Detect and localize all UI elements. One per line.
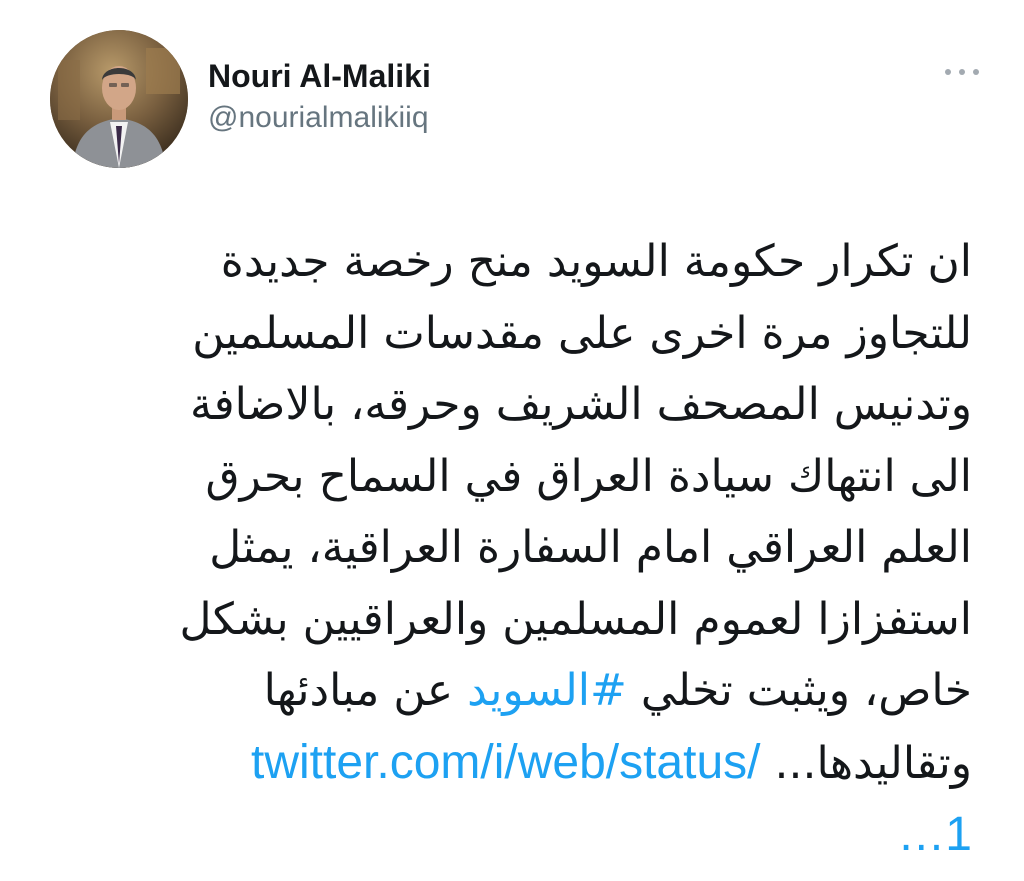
user-handle[interactable]: @nourialmalikiiq bbox=[208, 98, 431, 138]
more-options-button[interactable] bbox=[938, 60, 986, 84]
avatar[interactable] bbox=[50, 30, 188, 168]
profile-photo-icon bbox=[50, 30, 188, 168]
tweet-line-8-text: وتقاليدها... bbox=[760, 737, 972, 789]
tweet-line-7: خاص، ويثبت تخلي #السويد عن مبادئها bbox=[60, 655, 972, 727]
ellipsis-icon bbox=[945, 69, 979, 75]
tweet-line-8: وتقاليدها... twitter.com/i/web/status/ bbox=[60, 727, 972, 800]
status-link[interactable]: twitter.com/i/web/status/ bbox=[251, 736, 761, 789]
author-block[interactable]: Nouri Al-Maliki @nourialmalikiiq bbox=[208, 56, 431, 138]
tweet-text: ان تكرار حكومة السويد منح رخصة جديدة للت… bbox=[60, 226, 973, 872]
tweet-line-4: الى انتهاك سيادة العراق في السماح بحرق bbox=[205, 450, 972, 502]
tweet-header: Nouri Al-Maliki @nourialmalikiiq bbox=[50, 30, 990, 170]
tweet-line-9: 1… bbox=[60, 799, 972, 872]
status-link-continuation[interactable]: 1… bbox=[897, 808, 972, 861]
tweet-line-1: ان تكرار حكومة السويد منح رخصة جديدة bbox=[220, 236, 972, 287]
tweet-line-3: وتدنيس المصحف الشريف وحرقه، بالاضافة bbox=[190, 379, 972, 430]
tweet-card: Nouri Al-Maliki @nourialmalikiiq ان تكرا… bbox=[0, 0, 1024, 881]
tweet-line-7-start: خاص، ويثبت تخلي bbox=[626, 665, 972, 716]
tweet-line-7-end: عن مبادئها bbox=[263, 665, 468, 716]
tweet-line-6: استفزازا لعموم المسلمين والعراقيين بشكل bbox=[179, 593, 973, 645]
tweet-line-2: للتجاوز مرة اخرى على مقدسات المسلمين bbox=[192, 307, 972, 359]
tweet-line-5: العلم العراقي امام السفارة العراقية، يمث… bbox=[209, 522, 972, 573]
hashtag-link[interactable]: #السويد bbox=[467, 665, 627, 716]
display-name[interactable]: Nouri Al-Maliki bbox=[208, 56, 431, 96]
